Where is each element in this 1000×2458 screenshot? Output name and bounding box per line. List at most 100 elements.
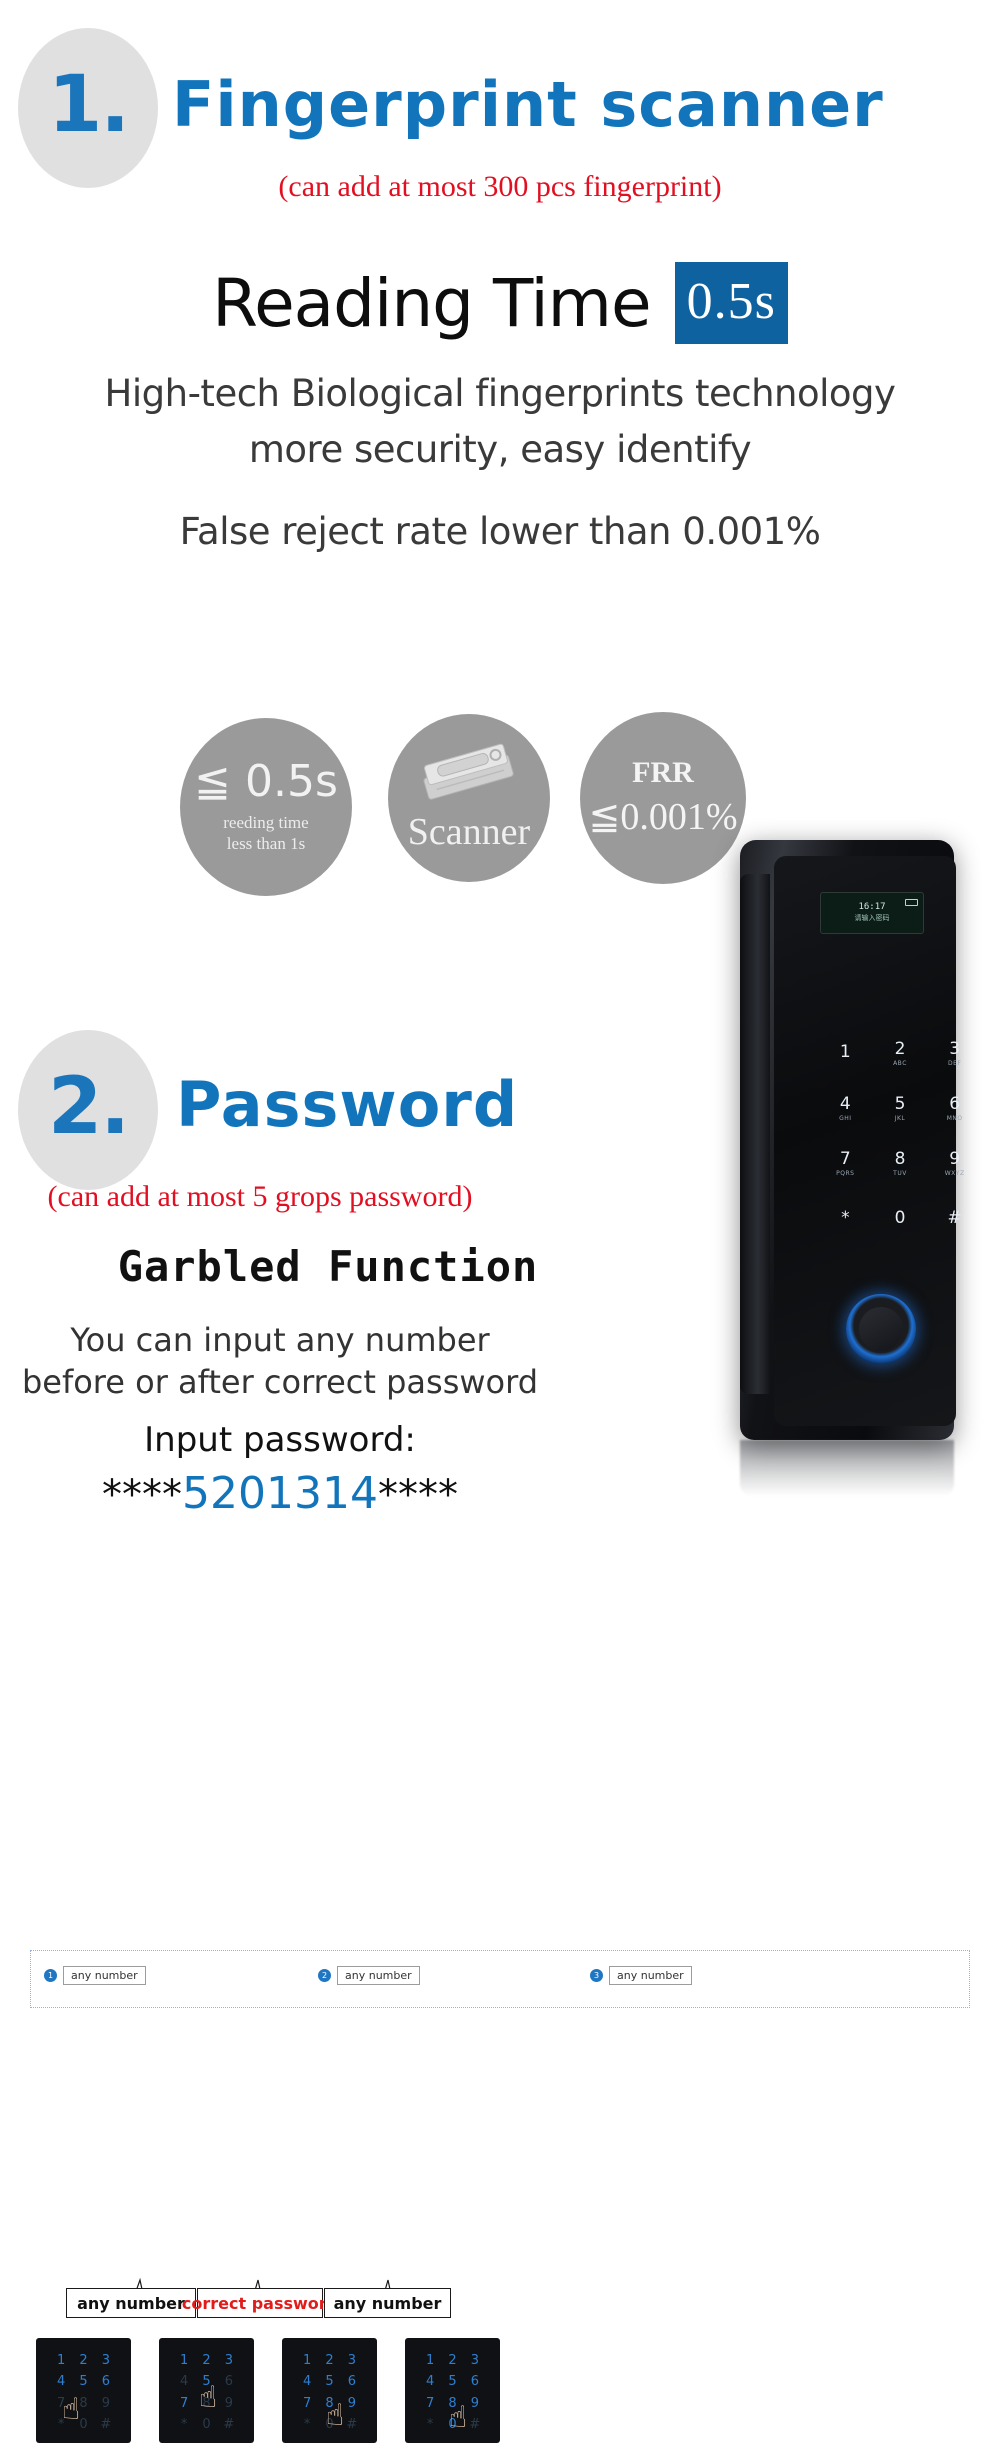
- strip-label: any number: [609, 1966, 692, 1985]
- password-suffix-mask: ****: [377, 1472, 458, 1518]
- thumb-key: 6: [470, 2374, 479, 2390]
- keypad-thumbnail: 123 456 789 * 0 # ☝: [282, 2338, 377, 2443]
- lock-key-digit: 7: [839, 1148, 851, 1169]
- frr-circle-label: FRR: [632, 755, 694, 789]
- thumb-key: 2: [325, 2353, 334, 2369]
- thumb-key: 5: [325, 2374, 334, 2390]
- lock-key-letters: JKL: [894, 1114, 906, 1122]
- strip-dotted-border: [30, 1950, 970, 2008]
- section-2-number: 2.: [48, 1062, 130, 1152]
- thumb-key: 4: [57, 2374, 66, 2390]
- thumb-key: #: [100, 2416, 112, 2432]
- keypad-thumbnail: 123 456 789 * 0 # ☝: [36, 2338, 131, 2443]
- section-2-title: Password: [176, 1068, 519, 1141]
- thumb-key: 2: [79, 2353, 88, 2369]
- pointing-hand-icon: ☝: [62, 2392, 81, 2427]
- lock-key-3[interactable]: 3 DEF: [927, 1026, 982, 1081]
- lock-key-0[interactable]: 0: [873, 1191, 928, 1246]
- section-2-red-note: (can add at most 5 grops password): [47, 1180, 473, 1213]
- thumb-key: 5: [79, 2374, 88, 2390]
- keypad-thumbnails: 123 456 789 * 0 # ☝ 123 456 789 * 0 # ☝ 123: [28, 2338, 528, 2458]
- thumb-key: 7: [303, 2395, 312, 2411]
- thumb-key: 4: [303, 2374, 312, 2390]
- thumb-key: 7: [180, 2395, 189, 2411]
- lock-key-7[interactable]: 7 PQRS: [818, 1136, 873, 1191]
- speed-circle-sub-1: reeding time: [223, 812, 309, 832]
- lock-key-8[interactable]: 8 TUV: [873, 1136, 928, 1191]
- frr-circle-value: ≦0.001%: [588, 795, 738, 838]
- lock-key-letters: GHI: [839, 1114, 852, 1122]
- strip-index-badge: 3: [590, 1969, 603, 1982]
- thumb-key: 4: [426, 2374, 435, 2390]
- thumb-key: 0: [202, 2416, 211, 2432]
- thumb-key: 9: [224, 2395, 233, 2411]
- callout-any-number-right: any number: [324, 2288, 451, 2318]
- speed-circle: ≦ 0.5s reeding time less than 1s: [180, 718, 352, 896]
- password-correct-digits: 5201314: [182, 1468, 378, 1519]
- lock-key-digit: 5: [894, 1093, 906, 1114]
- lock-key-2[interactable]: 2 ABC: [873, 1026, 928, 1081]
- battery-icon: [905, 899, 918, 906]
- lock-key-letters: DEF: [947, 1059, 962, 1067]
- scanner-circle-label: Scanner: [407, 811, 531, 853]
- keypad-thumbnail: 123 456 789 * 0 # ☝: [159, 2338, 254, 2443]
- strip-index-badge: 1: [44, 1969, 57, 1982]
- lock-display: 16:17 请输入密码: [820, 892, 924, 934]
- lock-key-5[interactable]: 5 JKL: [873, 1081, 928, 1136]
- password-explain-line-2: before or after correct password: [21, 1363, 539, 1401]
- thumb-key: 1: [180, 2353, 189, 2369]
- thumb-key: 1: [426, 2353, 435, 2369]
- lock-key-digit: 4: [839, 1093, 851, 1114]
- pointing-hand-icon: ☝: [449, 2400, 468, 2435]
- thumb-key: 3: [347, 2353, 356, 2369]
- thumb-key: 3: [101, 2353, 110, 2369]
- thumb-key: 2: [202, 2353, 211, 2369]
- thumb-key: 9: [101, 2395, 110, 2411]
- speed-circle-sub-2: less than 1s: [226, 834, 306, 853]
- lock-key-hash[interactable]: #: [927, 1191, 982, 1246]
- password-string: ****5201314****: [30, 1468, 530, 1519]
- lock-key-digit: 8: [894, 1148, 906, 1169]
- section-password: 2. Password (can add at most 5 grops pas…: [0, 840, 1000, 2443]
- thumb-key: 5: [448, 2374, 457, 2390]
- reading-time-row: Reading Time 0.5s: [0, 262, 1000, 344]
- reading-time-badge: 0.5s: [674, 262, 788, 344]
- thumb-key: 3: [470, 2353, 479, 2369]
- pointing-hand-icon: ☝: [199, 2380, 218, 2415]
- section-2-number-badge: 2.: [18, 1030, 158, 1190]
- strip-item-2: 2 any number: [318, 1966, 420, 1985]
- thumb-key: 6: [224, 2374, 233, 2390]
- body-line-2: more security, easy identify: [248, 428, 752, 471]
- lock-key-digit: 0: [894, 1208, 906, 1228]
- thumb-key: 6: [101, 2374, 110, 2390]
- fingerprint-sensor-ring[interactable]: [846, 1294, 916, 1364]
- lock-reflection: [740, 1440, 954, 1496]
- thumb-key: 6: [347, 2374, 356, 2390]
- strip-label: any number: [337, 1966, 420, 1985]
- body-line-3: False reject rate lower than 0.001%: [179, 510, 821, 553]
- smart-lock-product-photo: 16:17 请输入密码 1 2 ABC 3 DEF 4 GHI 5 JKL 6 …: [722, 840, 972, 1496]
- lock-key-digit: 6: [949, 1093, 961, 1114]
- scanner-circle: Scanner: [388, 714, 550, 882]
- lock-keypad[interactable]: 1 2 ABC 3 DEF 4 GHI 5 JKL 6 MNO 7 PQRS 8…: [818, 1026, 982, 1246]
- lock-key-star[interactable]: *: [818, 1191, 873, 1246]
- lock-key-6[interactable]: 6 MNO: [927, 1081, 982, 1136]
- lock-key-letters: TUV: [893, 1169, 907, 1177]
- section-1-number: 1.: [48, 60, 130, 150]
- thumb-keys: 123 456 789 * 0 #: [36, 2338, 131, 2443]
- lock-key-letters: ABC: [893, 1059, 907, 1067]
- thumb-key: 2: [448, 2353, 457, 2369]
- lock-front-panel: 16:17 请输入密码 1 2 ABC 3 DEF 4 GHI 5 JKL 6 …: [774, 856, 964, 1426]
- lock-key-1[interactable]: 1: [818, 1026, 873, 1081]
- lock-key-9[interactable]: 9 WXYZ: [927, 1136, 982, 1191]
- lock-display-time: 16:17: [858, 901, 886, 912]
- password-prefix-mask: ****: [102, 1472, 183, 1518]
- strip-item-1: 1 any number: [44, 1966, 146, 1985]
- strip-index-badge: 2: [318, 1969, 331, 1982]
- strip-item-3: 3 any number: [590, 1966, 692, 1985]
- lock-key-letters: PQRS: [836, 1169, 855, 1177]
- lock-key-digit: 1: [839, 1042, 851, 1062]
- body-line-1: High-tech Biological fingerprints techno…: [104, 372, 896, 415]
- lock-display-status: 请输入密码: [854, 914, 890, 923]
- lock-key-4[interactable]: 4 GHI: [818, 1081, 873, 1136]
